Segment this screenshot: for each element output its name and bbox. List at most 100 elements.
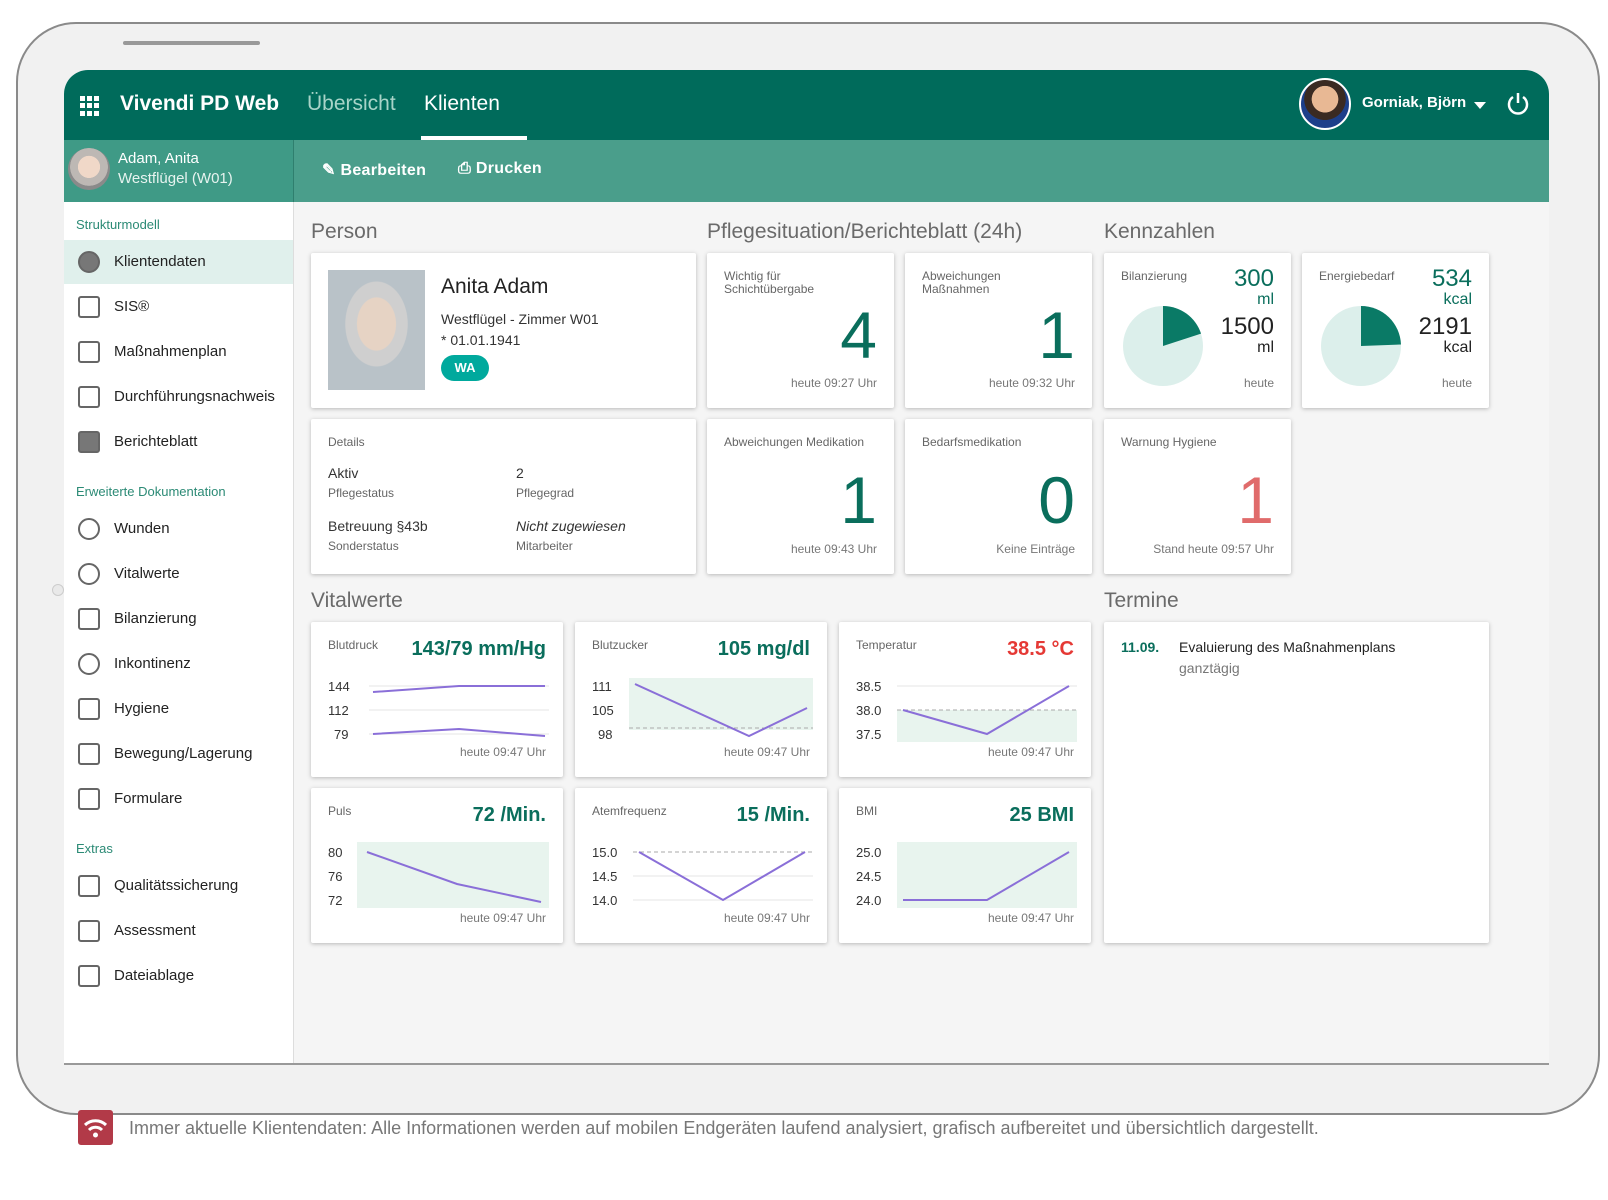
bed-icon (78, 743, 100, 765)
sidebar-item-durchfuehrungsnachweis[interactable]: Durchführungsnachweis (64, 375, 293, 419)
detail-label: Mitarbeiter (516, 539, 573, 553)
kpi-value: 0 (1038, 463, 1075, 537)
tab-uebersicht[interactable]: Übersicht (307, 92, 396, 116)
sidebar-item-wunden[interactable]: Wunden (64, 507, 293, 551)
systolic-series-line (372, 685, 545, 693)
sidebar-item-berichteblatt[interactable]: Berichteblatt (64, 420, 293, 464)
sidebar-item-label: Bewegung/Lagerung (114, 745, 253, 762)
sidebar-item-label: Dateiablage (114, 967, 195, 984)
sidebar-item-klientendaten[interactable]: Klientendaten (64, 240, 293, 284)
detail-label: Pflegegrad (516, 486, 575, 500)
vital-label: Temperatur (856, 638, 917, 652)
sidebar-item-assessment[interactable]: Assessment (64, 909, 293, 953)
apps-grid-icon[interactable] (80, 96, 100, 116)
sidebar-item-dateiablage[interactable]: Dateiablage (64, 954, 293, 998)
blutdruck-line-chart (369, 685, 549, 737)
kpi-card-schichtuebergabe[interactable]: Wichtig für Schichtübergabe 4 heute 09:2… (707, 253, 894, 408)
sidebar-item-formulare[interactable]: Formulare (64, 777, 293, 821)
kpi-card-abweichungen-massnahmen[interactable]: Abweichungen Maßnahmen 1 heute 09:32 Uhr (905, 253, 1092, 408)
user-avatar[interactable] (1299, 78, 1351, 130)
kennzahl-card-energiebedarf[interactable]: Energiebedarf 534 kcal 2191 kcal heute (1302, 253, 1489, 408)
section-title-termine: Termine (1104, 589, 1179, 612)
kpi-label: Warnung Hygiene (1121, 435, 1217, 449)
edit-button[interactable]: ✎ Bearbeiten (322, 160, 426, 180)
person-room: Westflügel - Zimmer W01 (441, 311, 599, 327)
kpi-card-warnung-hygiene[interactable]: Warnung Hygiene 1 Stand heute 09:57 Uhr (1104, 419, 1291, 574)
kennzahl-label: Energiebedarf (1319, 269, 1395, 283)
sidebar-item-massnahmenplan[interactable]: Maßnahmenplan (64, 330, 293, 374)
kpi-value: 4 (840, 298, 877, 372)
vital-card-blutzucker[interactable]: Blutzucker 105 mg/dl 111 105 98 heute 09… (575, 622, 827, 777)
axis-tick: 38.0 (856, 703, 882, 718)
axis-tick: 111 (592, 679, 612, 694)
bandage-icon (78, 518, 100, 540)
axis-tick: 14.0 (592, 893, 618, 908)
quality-edit-icon (78, 875, 100, 897)
vital-card-atemfrequenz[interactable]: Atemfrequenz 15 /Min. 15.0 14.5 14.0 heu… (575, 788, 827, 943)
vital-card-puls[interactable]: Puls 72 /Min. 80 76 72 heute 09:47 Uhr (311, 788, 563, 943)
sidebar-item-inkontinenz[interactable]: Inkontinenz (64, 642, 293, 686)
sidebar-item-label: Hygiene (114, 700, 170, 717)
tab-klienten[interactable]: Klienten (424, 92, 500, 116)
kpi-value: 1 (1237, 463, 1274, 537)
printer-icon: ⎙ (458, 160, 472, 177)
kennzahl-target: 2191 (1418, 313, 1472, 340)
vital-value: 25 BMI (1009, 804, 1074, 826)
axis-tick: 80 (328, 845, 343, 860)
person-card[interactable]: Anita Adam Westflügel - Zimmer W01 * 01.… (311, 253, 696, 408)
sidebar-item-qualitaetssicherung[interactable]: Qualitätssicherung (64, 864, 293, 908)
sidebar-item-vitalwerte[interactable]: Vitalwerte (64, 552, 293, 596)
client-header[interactable]: Adam, Anita Westflügel (W01) (64, 140, 294, 202)
axis-tick: 76 (328, 869, 343, 884)
soap-dispenser-icon (78, 698, 100, 720)
blutzucker-line-chart (629, 678, 813, 738)
atemfrequenz-line-chart (633, 851, 813, 902)
print-button[interactable]: ⎙ Drucken (458, 160, 542, 178)
vital-card-blutdruck[interactable]: Blutdruck 143/79 mm/Hg 144 112 79 heute … (311, 622, 563, 777)
kennzahl-timestamp: heute (1243, 376, 1274, 390)
vital-label: Puls (328, 804, 352, 818)
bilanzierung-pie-chart (1123, 306, 1203, 386)
power-icon[interactable] (1504, 90, 1532, 118)
sidebar-item-hygiene[interactable]: Hygiene (64, 687, 293, 731)
vital-card-temperatur[interactable]: Temperatur 38.5 °C 38.5 38.0 37.5 heute … (839, 622, 1091, 777)
detail-value: Nicht zugewiesen (516, 518, 626, 534)
status-badge: WA (441, 355, 489, 381)
pencil-icon: ✎ (322, 162, 336, 179)
person-photo (328, 270, 425, 390)
vital-label: Blutdruck (328, 638, 379, 652)
user-name[interactable]: Gorniak, Björn (1362, 94, 1466, 111)
kpi-label: Bedarfsmedikation (922, 435, 1022, 449)
kennzahl-card-bilanzierung[interactable]: Bilanzierung 300 ml 1500 ml heute (1104, 253, 1291, 408)
sidebar-item-sis[interactable]: SIS® (64, 285, 293, 329)
wifi-icon (78, 1110, 113, 1145)
kpi-card-bedarfsmedikation[interactable]: Bedarfsmedikation 0 Keine Einträge (905, 419, 1092, 574)
axis-tick: 14.5 (592, 869, 618, 884)
kpi-card-abweichungen-medikation[interactable]: Abweichungen Medikation 1 heute 09:43 Uh… (707, 419, 894, 574)
sidebar: Strukturmodell Klientendaten SIS® Maßnah… (64, 202, 294, 1063)
sidebar-item-label: Bilanzierung (114, 610, 197, 627)
details-title: Details (328, 435, 365, 449)
normal-range-band (897, 710, 1077, 742)
chevron-down-icon[interactable] (1474, 102, 1486, 109)
detail-label: Pflegestatus (328, 486, 395, 500)
sidebar-item-bewegung-lagerung[interactable]: Bewegung/Lagerung (64, 732, 293, 776)
vital-card-bmi[interactable]: BMI 25 BMI 25.0 24.5 24.0 heute 09:47 Uh… (839, 788, 1091, 943)
kennzahl-target-unit: kcal (1443, 339, 1472, 356)
client-location: Westflügel (W01) (118, 170, 233, 187)
kennzahl-value: 534 (1431, 265, 1472, 292)
vital-timestamp: heute 09:47 Uhr (459, 911, 546, 925)
sidebar-section-title: Strukturmodell (76, 217, 160, 232)
top-bar: Vivendi PD Web Übersicht Klienten Gornia… (64, 70, 1549, 140)
sidebar-item-label: Inkontinenz (114, 655, 191, 672)
sidebar-item-label: Berichteblatt (114, 433, 198, 450)
caption-text: Immer aktuelle Klientendaten: Alle Infor… (129, 1118, 1319, 1138)
sidebar-item-label: Wunden (114, 520, 170, 537)
kpi-timestamp: heute 09:27 Uhr (790, 376, 877, 390)
axis-tick: 112 (328, 703, 349, 718)
sidebar-item-bilanzierung[interactable]: Bilanzierung (64, 597, 293, 641)
details-card[interactable]: Details Aktiv Pflegestatus 2 Pflegegrad … (311, 419, 696, 574)
section-title-pflegesituation: Pflegesituation/Berichteblatt (24h) (707, 220, 1023, 243)
axis-tick: 37.5 (856, 727, 882, 742)
detail-value: Aktiv (328, 465, 359, 481)
